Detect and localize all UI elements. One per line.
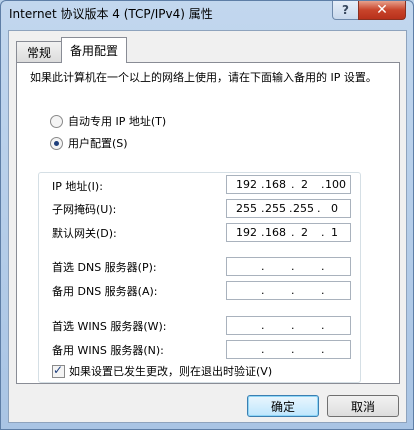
radio-user-indicator[interactable] [50, 136, 63, 150]
validate-on-exit-checkbox-row[interactable]: ✓ 如果设置已发生更改，则在退出时验证(V) [52, 363, 272, 379]
radio-auto-indicator[interactable] [50, 114, 63, 128]
check-mark-icon: ✓ [53, 362, 64, 377]
validate-on-exit-checkbox[interactable]: ✓ [52, 362, 65, 378]
user-config-group: IP 地址(I): 192 . 168 . 2 . 100 子网掩码(U): 2… [38, 172, 361, 383]
close-button[interactable]: ✕ [358, 1, 406, 20]
title-bar[interactable]: Internet 协议版本 4 (TCP/IPv4) 属性 ? ✕ [1, 1, 413, 25]
window-title: Internet 协议版本 4 (TCP/IPv4) 属性 [9, 7, 213, 21]
ip-address-input[interactable]: 192 . 168 . 2 . 100 [226, 175, 351, 194]
close-icon: ✕ [376, 2, 388, 18]
radio-user-configured[interactable]: 用户配置(S) [50, 135, 128, 151]
dialog-client-area: 常规 备用配置 如果此计算机在一个以上的网络上使用，请在下面输入备用的 IP 设… [8, 30, 407, 423]
ok-button[interactable]: 确定 [247, 395, 319, 417]
subnet-mask-input[interactable]: 255 . 255 . 255 . 0 [226, 199, 351, 218]
alternate-dns-label: 备用 DNS 服务器(A): [52, 285, 158, 298]
radio-auto-private-ip[interactable]: 自动专用 IP 地址(T) [50, 113, 166, 129]
validate-on-exit-label: 如果设置已发生更改，则在退出时验证(V) [69, 365, 273, 378]
preferred-wins-label: 首选 WINS 服务器(W): [52, 320, 167, 333]
cancel-button[interactable]: 取消 [327, 395, 399, 417]
default-gateway-label: 默认网关(D): [52, 227, 117, 240]
help-icon: ? [342, 3, 349, 17]
tab-general[interactable]: 常规 [16, 41, 62, 62]
radio-auto-label: 自动专用 IP 地址(T) [68, 115, 167, 128]
alternate-wins-label: 备用 WINS 服务器(N): [52, 344, 164, 357]
tab-alternate-configuration[interactable]: 备用配置 [61, 37, 127, 63]
intro-text: 如果此计算机在一个以上的网络上使用，请在下面输入备用的 IP 设置。 [30, 71, 377, 84]
dialog-window: Internet 协议版本 4 (TCP/IPv4) 属性 ? ✕ 常规 备用配… [0, 0, 414, 430]
radio-user-label: 用户配置(S) [68, 137, 128, 150]
tab-panel: 如果此计算机在一个以上的网络上使用，请在下面输入备用的 IP 设置。 自动专用 … [16, 62, 400, 384]
ip-address-label: IP 地址(I): [52, 180, 103, 193]
default-gateway-input[interactable]: 192 . 168 . 2 . 1 [226, 223, 351, 242]
alternate-dns-input[interactable]: ... [226, 281, 351, 300]
subnet-mask-label: 子网掩码(U): [52, 203, 117, 216]
preferred-wins-input[interactable]: ... [226, 316, 351, 335]
help-button[interactable]: ? [332, 1, 359, 20]
preferred-dns-input[interactable]: ... [226, 257, 351, 276]
alternate-wins-input[interactable]: ... [226, 340, 351, 359]
preferred-dns-label: 首选 DNS 服务器(P): [52, 261, 157, 274]
